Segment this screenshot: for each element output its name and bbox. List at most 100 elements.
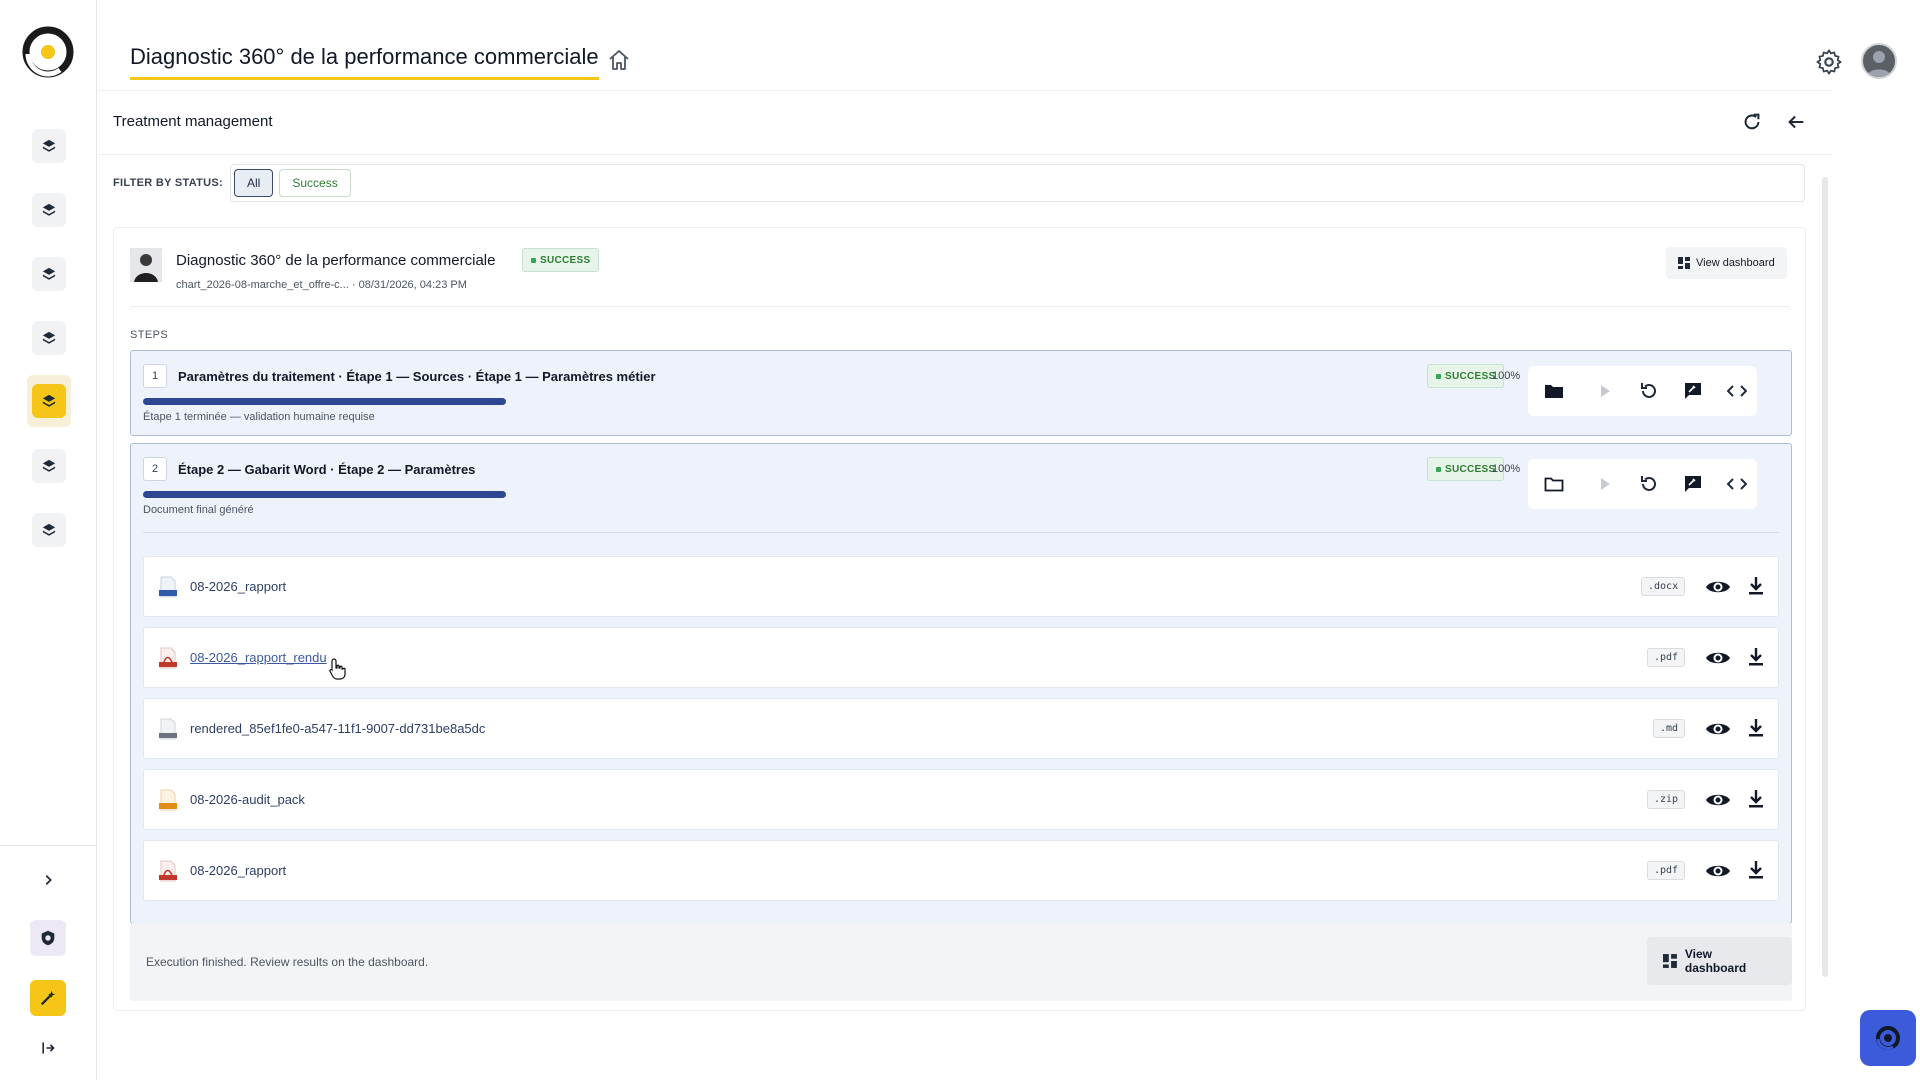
status-dot-icon [1436, 466, 1441, 472]
panel-title: Treatment management [113, 113, 273, 130]
file-name[interactable]: 08-2026_rapport [190, 863, 286, 878]
panel-header: Treatment management [98, 91, 1832, 155]
file-name-link[interactable]: 08-2026_rapport_rendu [190, 650, 327, 665]
md-file-icon [159, 718, 177, 740]
file-extension-badge: .zip [1647, 790, 1686, 809]
comment-step-button[interactable] [1672, 466, 1713, 502]
view-dashboard-footer-button[interactable]: View dashboard [1647, 937, 1792, 985]
run-step-button[interactable] [1585, 466, 1626, 502]
scrollbar[interactable] [1822, 177, 1828, 977]
treatment-date: · 08/31/2026, 04:23 PM [351, 279, 467, 291]
shield-button[interactable] [30, 920, 66, 956]
filter-all-chip[interactable]: All [234, 169, 274, 197]
file-extension-badge: .docx [1641, 577, 1686, 596]
run-step-button[interactable] [1585, 373, 1626, 409]
step-title: Paramètres du traitement · Étape 1 — Sou… [178, 369, 656, 384]
home-icon[interactable] [607, 48, 631, 72]
sidebar-item-2[interactable] [27, 188, 71, 232]
view-code-button[interactable] [1716, 466, 1757, 502]
step-2: 2 Étape 2 — Gabarit Word · Étape 2 — Par… [130, 443, 1792, 924]
refresh-icon[interactable] [1741, 111, 1763, 133]
sidebar [0, 0, 97, 1080]
assistant-chat-button[interactable] [1860, 1010, 1916, 1066]
treatment-thumbnail [130, 248, 162, 282]
app-logo-icon[interactable] [20, 24, 76, 80]
execution-message: Execution finished. Review results on th… [146, 955, 429, 969]
eye-icon[interactable] [1705, 788, 1731, 812]
treatment-management-panel: Treatment management FILTER BY STATUS: A… [98, 90, 1832, 1011]
file-row: 08-2026_rapport .docx [143, 556, 1779, 617]
view-dashboard-footer-label: View dashboard [1684, 947, 1747, 975]
sidebar-item-5-active[interactable] [27, 375, 71, 427]
step-status-label: SUCCESS [1445, 463, 1496, 475]
treatment-status-badge: SUCCESS [522, 248, 600, 272]
pdf-file-icon [159, 647, 177, 669]
dashboard-icon [1678, 257, 1690, 269]
restart-icon [1640, 476, 1656, 491]
file-name[interactable]: 08-2026_rapport [190, 579, 286, 594]
back-arrow-icon[interactable] [1785, 111, 1807, 133]
eye-icon[interactable] [1705, 575, 1731, 599]
step-status-label: SUCCESS [1445, 370, 1496, 382]
zip-file-icon [159, 789, 177, 811]
file-name[interactable]: 08-2026-audit_pack [190, 792, 305, 807]
avatar[interactable] [1861, 43, 1897, 79]
layers-icon [42, 203, 56, 216]
rerun-step-button[interactable] [1629, 373, 1670, 409]
comment-step-button[interactable] [1672, 373, 1713, 409]
step-actions [1528, 459, 1757, 509]
sidebar-item-1[interactable] [27, 124, 71, 168]
download-icon[interactable] [1744, 716, 1768, 740]
step-note: Étape 1 terminée — validation humaine re… [143, 411, 375, 423]
eye-icon[interactable] [1705, 646, 1731, 670]
filter-success-chip[interactable]: Success [279, 169, 351, 197]
eye-icon[interactable] [1705, 717, 1731, 741]
feedback-icon [1684, 383, 1701, 399]
open-folder-button[interactable] [1534, 466, 1575, 502]
magic-wand-button[interactable] [30, 980, 66, 1016]
sidebar-item-7[interactable] [27, 508, 71, 552]
view-code-button[interactable] [1716, 373, 1757, 409]
sidebar-item-4[interactable] [27, 316, 71, 360]
file-row: rendered_85ef1fe0-a547-11f1-9007-dd731be… [143, 698, 1779, 759]
file-name[interactable]: rendered_85ef1fe0-a547-11f1-9007-dd731be… [190, 721, 485, 736]
file-row: 08-2026-audit_pack .zip [143, 769, 1779, 830]
step-number: 2 [143, 457, 167, 481]
file-extension-badge: .md [1653, 719, 1686, 738]
steps-label: STEPS [130, 329, 169, 341]
feedback-icon [1684, 476, 1701, 492]
step-title: Étape 2 — Gabarit Word · Étape 2 — Param… [178, 462, 476, 477]
status-dot-icon [1436, 373, 1441, 379]
status-filter-bar: FILTER BY STATUS: All Success [113, 163, 1805, 203]
layers-icon [42, 523, 56, 536]
status-dot-icon [531, 257, 536, 263]
step-progress-bar [143, 491, 506, 498]
treatment-card: Diagnostic 360° de la performance commer… [113, 227, 1806, 1011]
gear-icon[interactable] [1815, 48, 1843, 76]
person-photo-icon [130, 248, 162, 282]
download-icon[interactable] [1744, 574, 1768, 598]
step-percent: 100% [1492, 370, 1521, 382]
step-note: Document final généré [143, 504, 254, 516]
chevron-right-icon [45, 875, 52, 885]
assistant-logo-icon [1876, 1026, 1900, 1050]
folder-filled-icon [1545, 385, 1564, 398]
expand-sidebar-button[interactable] [30, 862, 66, 898]
sidebar-item-6[interactable] [27, 444, 71, 488]
download-icon[interactable] [1744, 787, 1768, 811]
layers-icon [42, 459, 56, 472]
layers-icon [42, 331, 56, 344]
file-extension-badge: .pdf [1647, 861, 1686, 880]
sidebar-item-3[interactable] [27, 252, 71, 296]
eye-icon[interactable] [1705, 859, 1731, 883]
rerun-step-button[interactable] [1629, 466, 1670, 502]
view-dashboard-button[interactable]: View dashboard [1666, 247, 1787, 279]
open-folder-button[interactable] [1534, 373, 1575, 409]
download-icon[interactable] [1744, 858, 1768, 882]
play-icon [1601, 385, 1611, 397]
folder-outline-icon [1544, 477, 1564, 492]
step-1: 1 Paramètres du traitement · Étape 1 — S… [130, 350, 1792, 436]
file-row: 08-2026_rapport .pdf [143, 840, 1779, 901]
download-icon[interactable] [1744, 645, 1768, 669]
logout-button[interactable] [30, 1030, 66, 1066]
